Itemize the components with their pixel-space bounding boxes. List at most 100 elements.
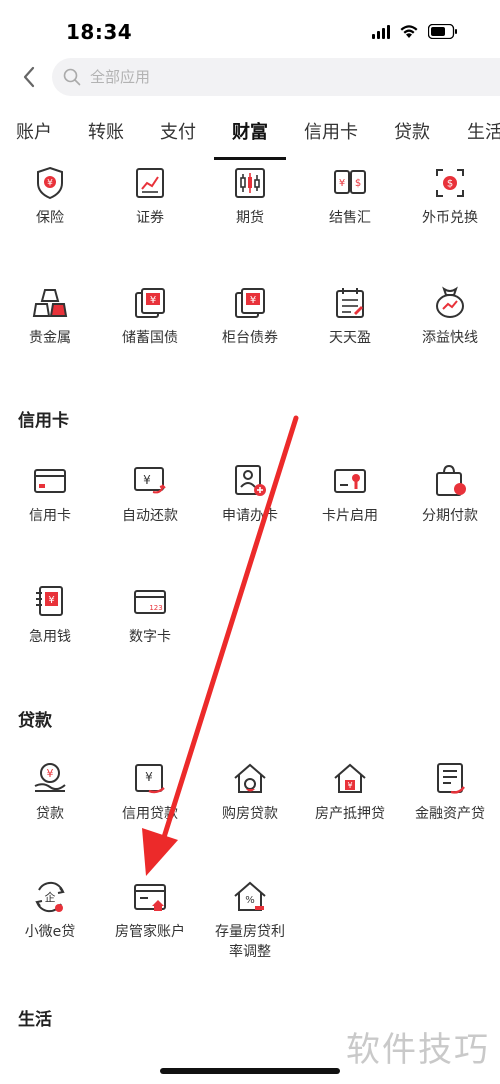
- category-tabs: 账户 转账 支付 财富 信用卡 贷款 生活: [0, 110, 500, 158]
- grid-item-label: 小微e贷: [24, 924, 76, 940]
- grid-item-label: 外币兑换: [422, 210, 478, 226]
- credit-loan-icon: ¥: [135, 764, 165, 794]
- grid-item-precious-metal[interactable]: 贵金属: [0, 284, 100, 348]
- svg-text:¥: ¥: [145, 770, 153, 784]
- rate-adjust-house-icon: %: [234, 881, 266, 911]
- svg-text:$: $: [355, 178, 361, 189]
- wifi-icon: [399, 24, 419, 39]
- card-activate-icon: [334, 469, 366, 493]
- grid-item-loan[interactable]: ¥ 贷款: [0, 760, 100, 824]
- grid-item-label: 贵金属: [29, 330, 71, 346]
- svg-text:¥: ¥: [47, 767, 54, 780]
- grid-item-auto-repay[interactable]: ¥ 自动还款: [100, 462, 200, 526]
- tab-account[interactable]: 账户: [16, 118, 52, 158]
- grid-item-label: 急用钱: [29, 629, 71, 645]
- grid-item-label: 申请办卡: [222, 508, 278, 524]
- back-button[interactable]: [16, 64, 42, 90]
- grid-item-micro-loan[interactable]: 企 小微e贷: [0, 878, 100, 942]
- status-bar: 18:34: [0, 0, 500, 56]
- grid-item-exchange-settlement[interactable]: ¥ $ 结售汇: [300, 164, 400, 228]
- grid-item-savings-bond[interactable]: ¥ 储蓄国债: [100, 284, 200, 348]
- svg-text:¥: ¥: [47, 179, 53, 189]
- micro-loan-icon: 企: [35, 881, 65, 913]
- house-account-icon: [134, 884, 166, 911]
- section-title-life: 生活: [18, 1010, 52, 1030]
- tab-transfer[interactable]: 转账: [88, 118, 124, 158]
- grid-item-digital-card[interactable]: 123 数字卡: [100, 583, 200, 647]
- signal-icon: [372, 24, 390, 39]
- grid-item-house-loan[interactable]: 购房贷款: [200, 760, 300, 824]
- active-tab-indicator: [214, 157, 286, 160]
- svg-text:¥: ¥: [143, 473, 151, 487]
- section-title-loan: 贷款: [18, 711, 52, 731]
- svg-text:¥: ¥: [250, 295, 256, 306]
- tab-loan[interactable]: 贷款: [394, 118, 430, 158]
- tab-payment[interactable]: 支付: [160, 118, 196, 158]
- savings-bond-icon: ¥: [135, 288, 165, 318]
- credit-card-icon: [34, 469, 66, 493]
- search-input[interactable]: [90, 68, 390, 86]
- grid-item-label: 信用贷款: [122, 806, 178, 822]
- home-indicator[interactable]: [160, 1068, 340, 1074]
- tab-credit-card[interactable]: 信用卡: [304, 118, 358, 158]
- exchange-settlement-icon: ¥ $: [334, 170, 366, 194]
- grid-item-label: 存量房贷利率调整: [215, 924, 285, 960]
- grid-item-tianyi-express[interactable]: 添益快线: [400, 284, 500, 348]
- grid-item-label: 证券: [136, 210, 164, 226]
- grid-item-label: 结售汇: [329, 210, 371, 226]
- tab-wealth[interactable]: 财富: [232, 118, 268, 158]
- grid-item-label: 房管家账户: [115, 924, 185, 940]
- svg-text:¥: ¥: [150, 295, 156, 306]
- status-icons: [372, 24, 458, 39]
- svg-text:%: %: [245, 895, 255, 906]
- grid-item-label: 贷款: [36, 806, 64, 822]
- loan-hand-icon: ¥: [34, 763, 66, 792]
- house-loan-icon: [234, 763, 266, 793]
- grid-item-daily-profit[interactable]: 天天盈: [300, 284, 400, 348]
- calendar-icon: [336, 288, 364, 318]
- grid-item-label: 添益快线: [422, 330, 478, 346]
- grid-item-insurance[interactable]: ¥ 保险: [0, 164, 100, 228]
- grid-item-installment[interactable]: 分期付款: [400, 462, 500, 526]
- securities-chart-icon: [136, 168, 164, 198]
- battery-icon: [428, 24, 458, 39]
- grid-item-label: 金融资产贷: [415, 806, 485, 822]
- svg-text:¥: ¥: [48, 595, 54, 606]
- grid-item-card-activate[interactable]: 卡片启用: [300, 462, 400, 526]
- grid-item-house-account[interactable]: 房管家账户: [100, 878, 200, 942]
- watermark: 软件技巧: [346, 1030, 490, 1070]
- section-title-credit-card: 信用卡: [18, 411, 69, 431]
- svg-text:¥: ¥: [339, 178, 345, 189]
- grid-item-credit-card[interactable]: 信用卡: [0, 462, 100, 526]
- money-bag-icon: [436, 286, 464, 318]
- grid-item-futures[interactable]: 期货: [200, 164, 300, 228]
- grid-item-apply-card[interactable]: 申请办卡: [200, 462, 300, 526]
- chevron-left-icon: [23, 66, 35, 88]
- svg-text:123: 123: [149, 604, 162, 612]
- apply-card-icon: [235, 465, 266, 496]
- grid-item-credit-loan[interactable]: ¥ 信用贷款: [100, 760, 200, 824]
- grid-item-financial-asset[interactable]: 金融资产贷: [400, 760, 500, 824]
- grid-item-label: 购房贷款: [222, 806, 278, 822]
- grid-item-label: 房产抵押贷: [315, 806, 385, 822]
- grid-item-rate-adjust[interactable]: % 存量房贷利率调整: [200, 878, 300, 962]
- counter-bond-icon: ¥: [235, 288, 265, 318]
- grid-item-counter-bond[interactable]: ¥ 柜台债券: [200, 284, 300, 348]
- gold-bars-icon: [32, 289, 68, 317]
- grid-item-label: 柜台债券: [222, 330, 278, 346]
- svg-text:企: 企: [45, 890, 56, 904]
- search-box[interactable]: [52, 58, 500, 96]
- grid-item-label: 期货: [236, 210, 264, 226]
- grid-item-currency-exchange[interactable]: $ 外币兑换: [400, 164, 500, 228]
- insurance-shield-icon: ¥: [37, 166, 63, 200]
- currency-exchange-icon: $: [436, 169, 464, 197]
- mortgage-house-icon: ¥: [334, 763, 366, 793]
- svg-text:¥: ¥: [347, 781, 352, 790]
- futures-candlestick-icon: [235, 168, 265, 198]
- tab-life[interactable]: 生活: [467, 118, 500, 158]
- svg-text:$: $: [447, 179, 453, 190]
- grid-item-mortgage[interactable]: ¥ 房产抵押贷: [300, 760, 400, 824]
- grid-item-urgent-money[interactable]: ¥ 急用钱: [0, 583, 100, 647]
- grid-item-securities[interactable]: 证券: [100, 164, 200, 228]
- grid-item-label: 自动还款: [122, 508, 178, 524]
